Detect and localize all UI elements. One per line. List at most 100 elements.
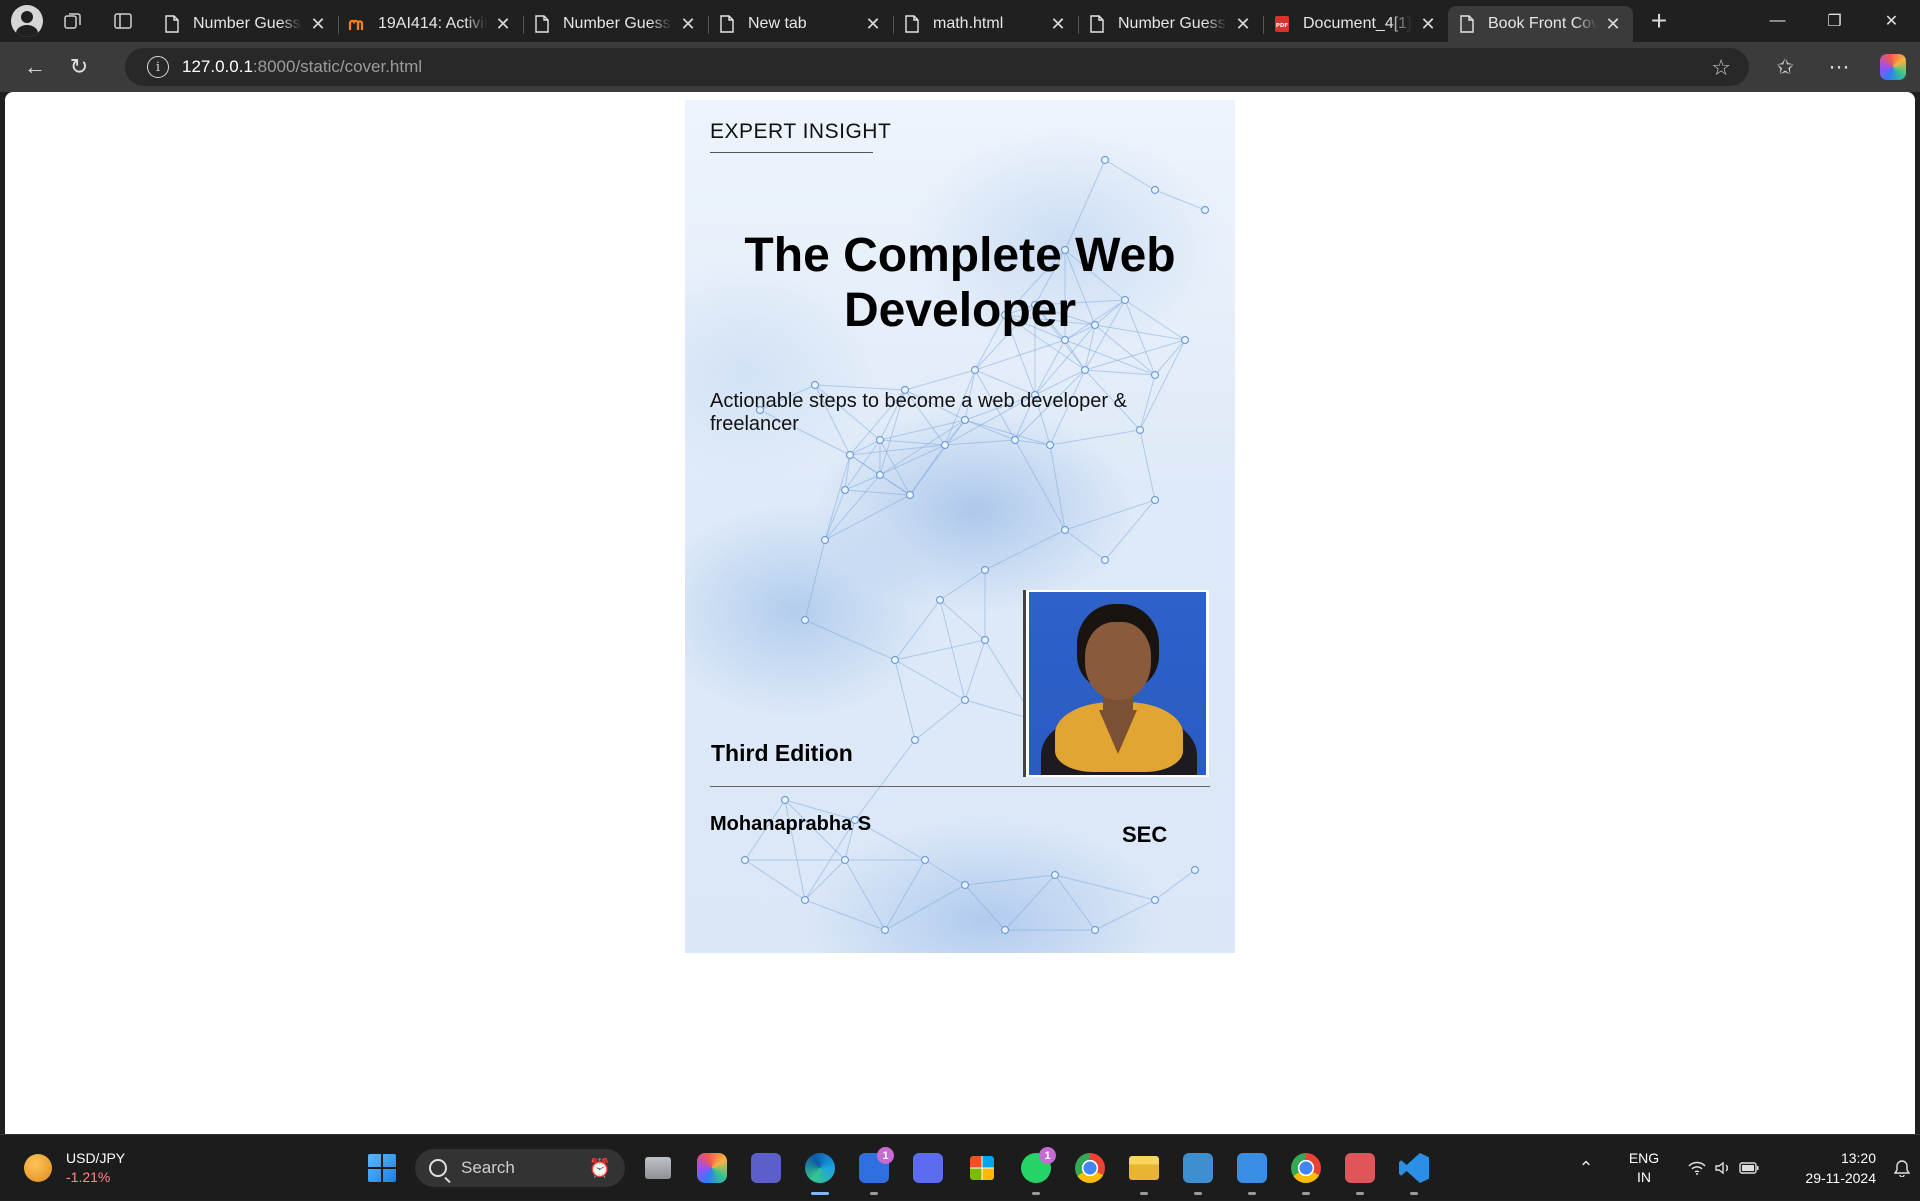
search-placeholder: Search bbox=[461, 1158, 515, 1177]
network-node bbox=[840, 485, 850, 495]
edge-icon[interactable] bbox=[797, 1145, 843, 1195]
browser-tab[interactable]: math.html ✕ bbox=[893, 6, 1078, 42]
chrome-icon[interactable] bbox=[1067, 1145, 1113, 1191]
input-language[interactable]: ENG IN bbox=[1614, 1149, 1674, 1187]
favorite-star-icon[interactable]: ☆ bbox=[1711, 55, 1731, 81]
tab-title: Number Guessing Game bbox=[193, 15, 302, 32]
task-view-icon[interactable] bbox=[635, 1145, 681, 1191]
url-path: :8000/static/cover.html bbox=[252, 57, 423, 76]
network-line bbox=[964, 874, 1056, 886]
network-line bbox=[1064, 339, 1156, 376]
refresh-icon[interactable]: ↻ bbox=[59, 49, 99, 85]
browser-tab[interactable]: Number Guessing Game ✕ bbox=[153, 6, 338, 42]
search-icon bbox=[429, 1159, 447, 1177]
browser-tab[interactable]: 19AI414: Activity ✕ bbox=[338, 6, 523, 42]
volume-icon[interactable] bbox=[1711, 1160, 1735, 1176]
network-node bbox=[820, 535, 830, 545]
close-tab-icon[interactable]: ✕ bbox=[678, 14, 698, 34]
network-node bbox=[940, 440, 950, 450]
publisher-name: SEC bbox=[1122, 822, 1168, 847]
network-line bbox=[1104, 159, 1156, 191]
battery-icon[interactable] bbox=[1737, 1162, 1761, 1174]
browser-tab[interactable]: PDF Document_4[1].pdf ✕ bbox=[1263, 6, 1448, 42]
network-node bbox=[1050, 870, 1060, 880]
network-line bbox=[1154, 189, 1206, 211]
lens-app-icon[interactable]: 1 bbox=[851, 1145, 897, 1195]
browser-tab[interactable]: Number Guessing Game ✕ bbox=[1078, 6, 1263, 42]
network-line bbox=[1014, 439, 1051, 446]
close-tab-icon[interactable]: ✕ bbox=[1603, 14, 1623, 34]
close-window-icon[interactable]: ✕ bbox=[1863, 0, 1920, 42]
photos-icon[interactable] bbox=[1229, 1145, 1275, 1195]
notepad-icon[interactable] bbox=[1175, 1145, 1221, 1195]
profile-avatar-icon[interactable] bbox=[11, 5, 43, 37]
windows-start-glyph bbox=[368, 1154, 396, 1182]
tab-title: Number Guessing Game bbox=[1118, 15, 1227, 32]
pdf-icon: PDF bbox=[1273, 15, 1291, 33]
show-hidden-icons-chevron-icon[interactable]: ⌃ bbox=[1568, 1158, 1604, 1179]
address-bar[interactable]: i 127.0.0.1:8000/static/cover.html ☆ bbox=[125, 48, 1749, 86]
copilot-icon[interactable] bbox=[1880, 54, 1906, 80]
file-explorer-glyph bbox=[1129, 1156, 1159, 1180]
network-line bbox=[844, 859, 886, 931]
notifications-bell-icon[interactable] bbox=[1884, 1159, 1920, 1177]
network-node bbox=[1150, 495, 1160, 505]
back-icon[interactable]: ← bbox=[15, 49, 55, 85]
close-tab-icon[interactable]: ✕ bbox=[863, 14, 883, 34]
vscode-glyph bbox=[1399, 1153, 1429, 1183]
browser-tab[interactable]: Number Guessing Game ✕ bbox=[523, 6, 708, 42]
taskbar-search-box[interactable]: Search ⏰ bbox=[415, 1149, 625, 1187]
network-node bbox=[1150, 895, 1160, 905]
browser-tab[interactable]: Book Front Cover ✕ bbox=[1448, 6, 1633, 42]
vscode-icon[interactable] bbox=[1391, 1145, 1437, 1195]
copilot-glyph bbox=[697, 1153, 727, 1183]
network-line bbox=[1064, 529, 1106, 561]
windows-start-icon[interactable] bbox=[359, 1145, 405, 1191]
close-tab-icon[interactable]: ✕ bbox=[1418, 14, 1438, 34]
snipping-tool-icon[interactable] bbox=[1337, 1145, 1383, 1195]
restore-icon[interactable]: ❐ bbox=[1806, 0, 1863, 42]
network-line bbox=[854, 739, 916, 821]
file-explorer-icon[interactable] bbox=[1121, 1145, 1167, 1195]
weather-market-widget[interactable]: USD/JPY -1.21% bbox=[24, 1149, 125, 1187]
url-text[interactable]: 127.0.0.1:8000/static/cover.html bbox=[182, 57, 422, 77]
chrome-profile-icon[interactable] bbox=[1283, 1145, 1329, 1195]
vector-app-icon[interactable] bbox=[905, 1145, 951, 1191]
wifi-icon[interactable] bbox=[1685, 1161, 1709, 1175]
network-node bbox=[910, 735, 920, 745]
favorites-icon[interactable]: ✩ bbox=[1758, 47, 1812, 87]
browser-tab[interactable]: New tab ✕ bbox=[708, 6, 893, 42]
close-tab-icon[interactable]: ✕ bbox=[1048, 14, 1068, 34]
page-icon bbox=[1458, 15, 1476, 33]
minimize-icon[interactable]: — bbox=[1749, 0, 1806, 42]
chrome-profile-glyph bbox=[1291, 1153, 1321, 1183]
network-line bbox=[884, 884, 966, 931]
network-line bbox=[939, 599, 966, 701]
site-info-icon[interactable]: i bbox=[147, 56, 169, 78]
notification-badge: 1 bbox=[877, 1147, 894, 1164]
copilot-icon[interactable] bbox=[689, 1145, 735, 1191]
new-tab-button[interactable]: + bbox=[1639, 3, 1679, 39]
close-tab-icon[interactable]: ✕ bbox=[1233, 14, 1253, 34]
store-icon[interactable] bbox=[959, 1145, 1005, 1191]
network-line bbox=[879, 474, 911, 496]
teams-icon[interactable] bbox=[743, 1145, 789, 1191]
network-node bbox=[1090, 925, 1100, 935]
network-node bbox=[1060, 525, 1070, 535]
network-node bbox=[1100, 555, 1110, 565]
tab-strip: Number Guessing Game✕19AI414: Activity✕N… bbox=[0, 0, 1920, 42]
taskbar-apps: Search ⏰ 1 1 bbox=[355, 1145, 1441, 1195]
network-line bbox=[964, 884, 1006, 931]
cover-divider bbox=[710, 786, 1210, 787]
vertical-tabs-icon[interactable] bbox=[103, 4, 143, 38]
clock[interactable]: 13:20 29-11-2024 bbox=[1776, 1148, 1876, 1188]
tab-title: Number Guessing Game bbox=[563, 15, 672, 32]
whatsapp-icon[interactable]: 1 bbox=[1013, 1145, 1059, 1195]
workspaces-icon[interactable] bbox=[53, 4, 93, 38]
author-photo bbox=[1029, 592, 1206, 775]
close-tab-icon[interactable]: ✕ bbox=[308, 14, 328, 34]
more-menu-icon[interactable]: ⋯ bbox=[1812, 47, 1866, 87]
close-tab-icon[interactable]: ✕ bbox=[493, 14, 513, 34]
network-line bbox=[849, 444, 946, 456]
chrome-glyph bbox=[1075, 1153, 1105, 1183]
